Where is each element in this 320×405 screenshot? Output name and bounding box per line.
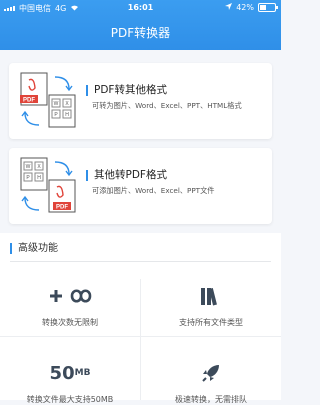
card-title: 其他转PDF格式 — [86, 170, 167, 181]
battery-percent: 42% — [236, 3, 254, 12]
plus-infinity-icon — [0, 281, 140, 311]
pdf-to-other-card[interactable]: PDF W X P H PDF转其他格式 可转为图片、Word、Excel、PP… — [9, 63, 272, 139]
feature-50mb: 50 MB 转换文件最大支持50MB — [0, 358, 140, 405]
formats-to-pdf-illustration: W X P H PDF — [20, 157, 76, 213]
top-bar: 中国电信 4G 16:01 42% PDF转换器 — [0, 0, 281, 50]
other-to-pdf-card[interactable]: W X P H PDF 其他转PDF格式 可添加图片、Word、Excel、PP… — [9, 148, 272, 224]
card-subtitle: 可转为图片、Word、Excel、PPT、HTML格式 — [92, 101, 242, 110]
50mb-icon: 50 MB — [49, 362, 91, 384]
feature-all-file-types: 支持所有文件类型 — [141, 281, 281, 328]
divider — [0, 336, 281, 337]
svg-text:W: W — [26, 164, 31, 170]
svg-text:PDF: PDF — [56, 205, 68, 211]
svg-text:W: W — [54, 101, 59, 107]
pdf-to-formats-illustration: PDF W X P H — [20, 72, 76, 128]
svg-text:H: H — [37, 175, 41, 181]
page-title: PDF转换器 — [110, 26, 171, 40]
divider — [10, 261, 271, 262]
battery-icon — [258, 3, 278, 12]
status-bar: 中国电信 4G 16:01 42% — [0, 0, 281, 16]
svg-text:PDF: PDF — [23, 98, 35, 104]
feature-label: 支持所有文件类型 — [179, 318, 243, 327]
card-subtitle: 可添加图片、Word、Excel、PPT文件 — [92, 186, 215, 195]
section-title: 高级功能 — [10, 243, 58, 254]
feature-unlimited: 转换次数无限制 — [0, 281, 140, 328]
advanced-features-section: 高级功能 转换次数无限制 支持所有文件类型 50MB 转换文件最大支持50MB — [0, 233, 281, 404]
books-icon — [141, 281, 281, 311]
svg-text:H: H — [65, 112, 69, 118]
card-title: PDF转其他格式 — [86, 85, 167, 96]
feature-label: 转换次数无限制 — [42, 318, 98, 327]
rocket-icon — [141, 358, 281, 388]
feature-fast: 极速转换，无需排队 — [141, 358, 281, 405]
location-icon — [225, 3, 233, 12]
